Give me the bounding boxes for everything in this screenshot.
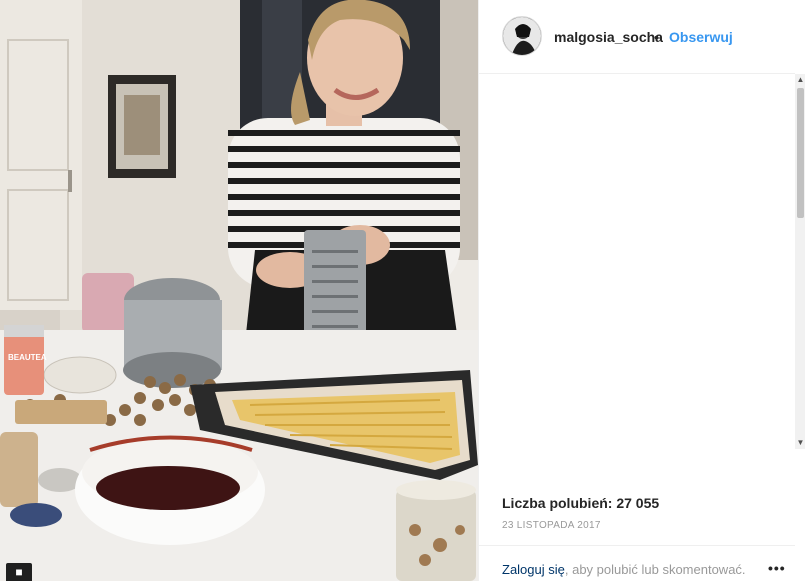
scrollbar-thumb[interactable] [797,88,804,218]
comments-area [479,74,795,444]
post-date: 23 LISTOPADA 2017 [502,520,601,531]
follow-button[interactable]: Obserwuj [669,29,733,45]
likes-count[interactable]: Liczba polubień: 27 055 [502,495,659,511]
person-icon[interactable]: ■ [6,563,32,581]
post-header: malgosia_socha • Obserwuj [479,0,795,74]
scroll-up-icon[interactable]: ▲ [795,74,805,86]
kitchen-scene-image: BEAUTEA [0,0,478,581]
scroll-down-icon[interactable]: ▼ [795,437,805,449]
more-options-icon[interactable]: ••• [768,560,786,576]
separator-dot: • [654,29,659,45]
username-link[interactable]: malgosia_socha [554,29,663,45]
post-footer: Zaloguj się, aby polubić lub skomentować… [479,545,795,581]
login-prompt: Zaloguj się, aby polubić lub skomentować… [502,562,746,577]
post-photo[interactable]: BEAUTEA ■ [0,0,478,581]
avatar-icon [503,17,541,55]
login-prompt-text: , aby polubić lub skomentować. [564,562,746,577]
post-side-panel: malgosia_socha • Obserwuj ▲ ▼ Liczba pol… [478,0,805,581]
login-link[interactable]: Zaloguj się [502,562,565,577]
comments-scrollbar[interactable]: ▲ ▼ [795,74,805,449]
profile-avatar[interactable] [502,16,542,56]
jar-label-text: BEAUTEA [8,353,47,362]
